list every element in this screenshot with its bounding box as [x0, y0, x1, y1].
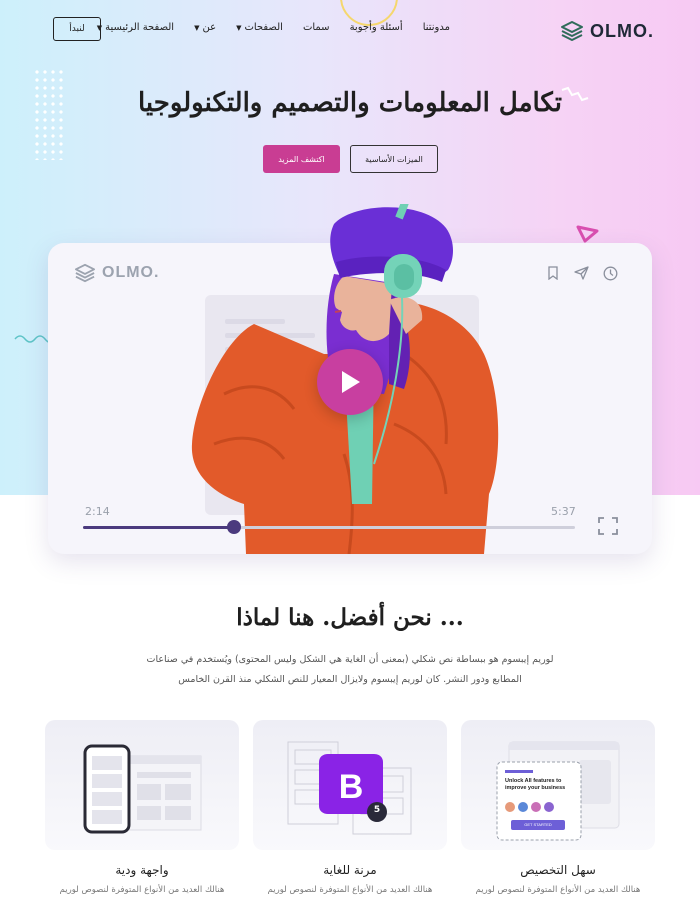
nav-item-pages[interactable]: الصفحات▼: [236, 22, 283, 33]
play-button[interactable]: [317, 349, 383, 415]
feature-title-customization: سهل التخصيص: [520, 863, 596, 877]
brand-logo[interactable]: OLMO.: [560, 18, 654, 44]
top-navbar: OLMO. الصفحة الرئيسية▼ عن▼ الصفحات▼ سمات…: [0, 0, 700, 60]
clock-icon[interactable]: [603, 266, 618, 281]
player-actions: [546, 266, 618, 281]
svg-text:B: B: [339, 768, 364, 806]
fullscreen-icon[interactable]: [597, 516, 619, 536]
feature-card-customization: Unlock All features to improve your busi…: [461, 720, 655, 850]
hero-title: تكامل المعلومات والتصميم والتكنولوجيا: [137, 88, 563, 118]
nav-item-about[interactable]: عن▼: [194, 22, 216, 33]
feature-title-flexible: مرنة للغاية: [323, 863, 377, 877]
friendly-ui-illustration: [83, 744, 202, 834]
decorative-triangle: [576, 225, 599, 243]
feature-title-friendly-ui: واجهة ودية: [115, 863, 169, 877]
brand-name: OLMO.: [590, 20, 654, 41]
player-brand-name: OLMO.: [102, 264, 160, 281]
version-badge: 5: [373, 805, 381, 815]
feature-text-customization: هنالك العديد من الأنواع المتوفرة لنصوص ل…: [475, 885, 641, 895]
why-section-title: ... نحن أفضل. هنا لماذا: [236, 604, 464, 631]
discover-more-button[interactable]: اكتشف المزيد: [263, 145, 340, 173]
nav-item-faq[interactable]: أسئلة وأجوبة: [350, 22, 403, 33]
layers-icon: [75, 263, 95, 283]
time-total: 5:37: [551, 505, 576, 518]
bootstrap-illustration: B: [287, 741, 412, 835]
send-icon[interactable]: [574, 266, 589, 280]
mockup-button-label: GET STARTED: [524, 822, 552, 827]
progress-handle[interactable]: [227, 520, 242, 534]
feature-card-flexible: B 5: [253, 720, 447, 850]
bookmark-icon[interactable]: [546, 266, 560, 280]
nav-menu: الصفحة الرئيسية▼ عن▼ الصفحات▼ سمات أسئلة…: [97, 22, 450, 33]
layers-icon: [561, 21, 583, 41]
chevron-down-icon: ▼: [194, 24, 200, 32]
why-section-text: لوريم إيبسوم هو ببساطة نص شكلي (بمعنى أن…: [146, 654, 554, 685]
video-player-card: OLMO. 2:14 5:37: [48, 204, 652, 554]
feature-text-flexible: هنالك العديد من الأنواع المتوفرة لنصوص ل…: [267, 885, 433, 895]
time-elapsed: 2:14: [85, 505, 110, 518]
get-started-button[interactable]: لنبدأ: [53, 17, 101, 41]
chevron-down-icon: ▼: [236, 24, 242, 32]
mockup-heading: Unlock All features to improve your busi…: [505, 778, 566, 791]
nav-item-themes[interactable]: سمات: [303, 22, 330, 33]
feature-card-friendly-ui: [45, 720, 239, 850]
feature-text-friendly-ui: هنالك العديد من الأنواع المتوفرة لنصوص ل…: [59, 885, 225, 895]
play-icon: [342, 371, 360, 393]
progress-fill: [83, 526, 235, 529]
decorative-wave: [14, 335, 50, 343]
nav-item-blog[interactable]: مدونتنا: [423, 22, 450, 33]
progress-track[interactable]: [83, 520, 575, 534]
player-logo: OLMO.: [74, 263, 159, 283]
nav-item-home[interactable]: الصفحة الرئيسية▼: [97, 22, 174, 33]
core-features-button[interactable]: الميزات الأساسية: [350, 145, 438, 173]
